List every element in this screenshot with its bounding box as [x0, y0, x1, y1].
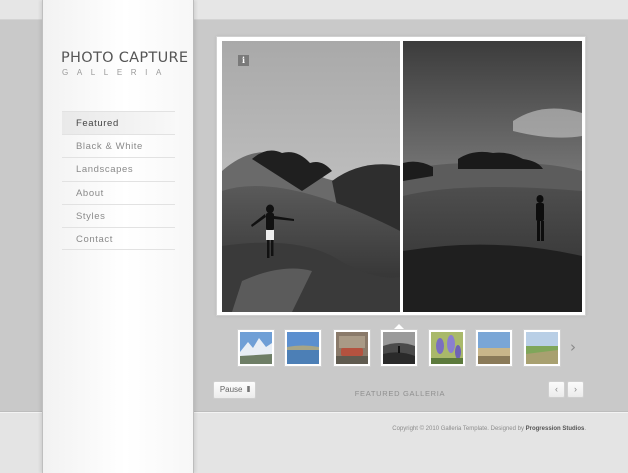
nav-item-styles[interactable]: Styles [62, 203, 175, 227]
copyright-text: Copyright © 2010 Galleria Template. Desi… [300, 426, 586, 432]
prev-image-button[interactable]: ‹ [548, 381, 565, 398]
nav-item-about[interactable]: About [62, 180, 175, 204]
logo-subtitle: GALLERIA [62, 68, 170, 77]
main-nav: Featured Black & White Landscapes About … [62, 111, 175, 251]
thumbnail-lavender[interactable] [428, 329, 466, 367]
thumbnails-next-icon[interactable]: › [570, 338, 576, 356]
pause-label: Pause [219, 385, 243, 394]
thumbnail-green-field[interactable] [523, 329, 561, 367]
next-image-button[interactable]: › [567, 381, 584, 398]
thumbnail-strip [237, 329, 567, 369]
main-photo-right[interactable] [403, 41, 582, 312]
gallery-caption: FEATURED GALLERIA [354, 389, 446, 398]
thumbnail-bw-hills[interactable] [380, 329, 418, 367]
info-icon[interactable]: i [238, 55, 249, 66]
main-photo-left[interactable]: i [222, 41, 400, 312]
pause-button[interactable]: Pause II [213, 381, 256, 399]
copyright-suffix: . [584, 426, 586, 432]
nav-item-featured[interactable]: Featured [62, 111, 175, 135]
nav-item-landscapes[interactable]: Landscapes [62, 157, 175, 180]
pause-icon: II [246, 385, 251, 394]
gallery-stage: i [216, 36, 586, 316]
designer-link[interactable]: Progression Studios [526, 426, 585, 432]
thumbnail-car[interactable] [333, 329, 371, 367]
nav-item-black-white[interactable]: Black & White [62, 134, 175, 157]
logo-title[interactable]: PHOTO CAPTURE [61, 50, 188, 66]
thumbnail-field[interactable] [475, 329, 513, 367]
copyright-prefix: Copyright © 2010 Galleria Template. Desi… [392, 426, 526, 432]
sidebar: PHOTO CAPTURE GALLERIA Featured Black & … [42, 0, 194, 473]
nav-item-contact[interactable]: Contact [62, 226, 175, 251]
thumbnail-mountain[interactable] [237, 329, 275, 367]
thumbnail-lake[interactable] [284, 329, 322, 367]
